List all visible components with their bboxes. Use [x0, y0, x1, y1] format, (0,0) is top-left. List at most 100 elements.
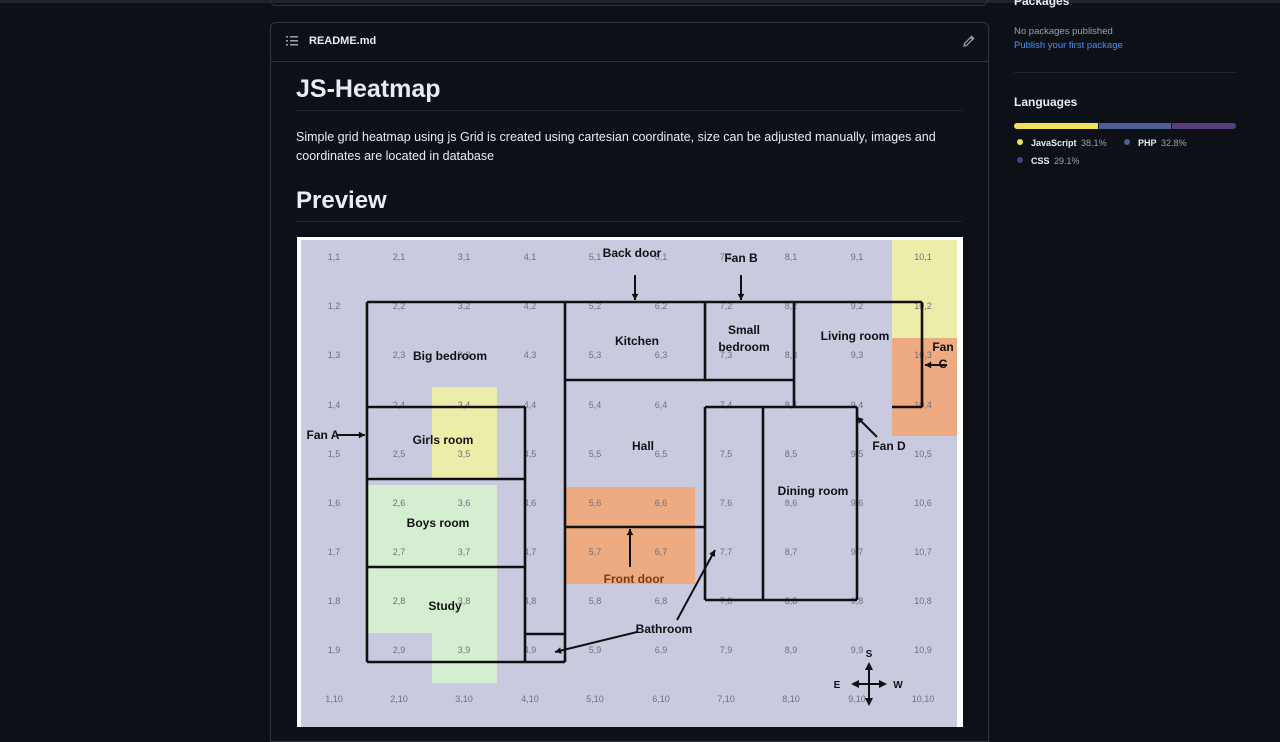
grid-label: 7,6 [720, 498, 733, 508]
grid-label: 5,5 [589, 449, 602, 459]
readme-panel: README.md JS-Heatmap Simple grid heatmap… [270, 22, 989, 742]
grid-label: 7,7 [720, 547, 733, 557]
grid-label: 3,9 [458, 645, 471, 655]
grid-label: 1,1 [328, 252, 341, 262]
language-item-javascript[interactable]: JavaScript 38.1% [1017, 138, 1107, 148]
readme-header: README.md [271, 23, 988, 62]
language-item-css[interactable]: CSS 29.1% [1017, 156, 1080, 166]
room-label-girls-room: Girls room [413, 433, 474, 447]
compass-label-s: S [866, 649, 873, 660]
grid-label: 7,5 [720, 449, 733, 459]
packages-heading: Packages [1014, 0, 1070, 8]
room-label-living-room: Living room [821, 329, 890, 343]
room-label-kitchen: Kitchen [615, 334, 659, 348]
room-label-back-door: Back door [603, 246, 662, 260]
grid-label: 6,3 [655, 350, 668, 360]
grid-label: 9,1 [851, 252, 864, 262]
room-label-small-bedroom: Small [728, 323, 760, 337]
grid-label: 3,7 [458, 547, 471, 557]
pencil-icon[interactable] [962, 34, 976, 48]
grid-label: 4,10 [521, 694, 539, 704]
grid-label: 6,10 [652, 694, 670, 704]
grid-label: 8,7 [785, 547, 798, 557]
grid-label: 8,1 [785, 252, 798, 262]
grid-label: 6,5 [655, 449, 668, 459]
grid-label: 3,1 [458, 252, 471, 262]
grid-label: 10,1 [914, 252, 932, 262]
room-label-fan-b: Fan B [724, 251, 758, 265]
grid-label: 9,9 [851, 645, 864, 655]
heat-cell-green [432, 633, 497, 683]
grid-label: 1,10 [325, 694, 343, 704]
grid-label: 5,4 [589, 400, 602, 410]
grid-label: 10,5 [914, 449, 932, 459]
grid-label: 2,4 [393, 400, 406, 410]
grid-label: 3,5 [458, 449, 471, 459]
grid-label: 4,1 [524, 252, 537, 262]
grid-label: 1,6 [328, 498, 341, 508]
language-bar-segment-javascript [1014, 123, 1098, 129]
grid-label: 1,5 [328, 449, 341, 459]
room-label-front-door: Front door [604, 572, 665, 586]
grid-label: 2,8 [393, 596, 406, 606]
grid-label: 5,8 [589, 596, 602, 606]
grid-label: 6,6 [655, 498, 668, 508]
previous-section-box [270, 0, 988, 6]
grid-label: 1,7 [328, 547, 341, 557]
grid-label: 5,3 [589, 350, 602, 360]
grid-label: 1,9 [328, 645, 341, 655]
php-dot-icon [1124, 139, 1130, 145]
room-label-boys-room: Boys room [407, 516, 470, 530]
language-bar [1014, 123, 1236, 129]
grid-label: 6,9 [655, 645, 668, 655]
grid-label: 1,8 [328, 596, 341, 606]
readme-description: Simple grid heatmap using js Grid is cre… [296, 130, 936, 163]
grid-label: 5,9 [589, 645, 602, 655]
no-packages-text: No packages published [1014, 26, 1113, 37]
grid-label: 5,1 [589, 252, 602, 262]
preview-heading: Preview [296, 187, 962, 222]
room-label-fan-c: Fan [932, 340, 953, 354]
compass-label-e: E [834, 680, 841, 691]
grid-label: 5,10 [586, 694, 604, 704]
publish-package-link[interactable]: Publish your first package [1014, 40, 1123, 51]
grid-label: 10,6 [914, 498, 932, 508]
grid-label: 8,5 [785, 449, 798, 459]
grid-label: 3,10 [455, 694, 473, 704]
room-label-dining-room: Dining room [778, 484, 849, 498]
room-label-fan-d: Fan D [872, 439, 906, 453]
grid-label: 6,4 [655, 400, 668, 410]
sidebar-divider [1014, 72, 1236, 73]
grid-label: 7,10 [717, 694, 735, 704]
room-label-fan-c: C [939, 357, 948, 371]
room-label-fan-a: Fan A [307, 428, 340, 442]
grid-label: 5,6 [589, 498, 602, 508]
readme-title: JS-Heatmap [296, 75, 962, 111]
grid-label: 2,3 [393, 350, 406, 360]
outline-list-icon[interactable] [285, 34, 299, 48]
room-label-small-bedroom: bedroom [718, 340, 769, 354]
grid-label: 2,5 [393, 449, 406, 459]
grid-label: 9,3 [851, 350, 864, 360]
language-item-php[interactable]: PHP 32.8% [1124, 138, 1187, 148]
grid-label: 7,9 [720, 645, 733, 655]
grid-label: 10,7 [914, 547, 932, 557]
grid-label: 8,9 [785, 645, 798, 655]
grid-label: 6,8 [655, 596, 668, 606]
grid-label: 8,4 [785, 400, 798, 410]
heatmap-preview-image: 1,1 1,2 1,3 1,4 1,5 1,6 1,7 1,8 1,9 1,10 2,1 2,2 2,3… [297, 237, 963, 727]
floorplan-svg: 1,11,21,31,41,51,61,71,81,91,102,12,22,3… [297, 237, 963, 727]
languages-heading: Languages [1014, 95, 1078, 109]
grid-label: 2,6 [393, 498, 406, 508]
javascript-dot-icon [1017, 139, 1023, 145]
grid-label: 10,8 [914, 596, 932, 606]
compass-label-w: W [893, 680, 903, 691]
grid-label: 4,3 [524, 350, 537, 360]
grid-label: 10,10 [912, 694, 935, 704]
grid-label: 8,6 [785, 498, 798, 508]
language-bar-segment-css [1171, 123, 1236, 129]
grid-label: 5,7 [589, 547, 602, 557]
grid-label: 2,1 [393, 252, 406, 262]
grid-label: 3,6 [458, 498, 471, 508]
room-label-study: Study [428, 599, 462, 613]
